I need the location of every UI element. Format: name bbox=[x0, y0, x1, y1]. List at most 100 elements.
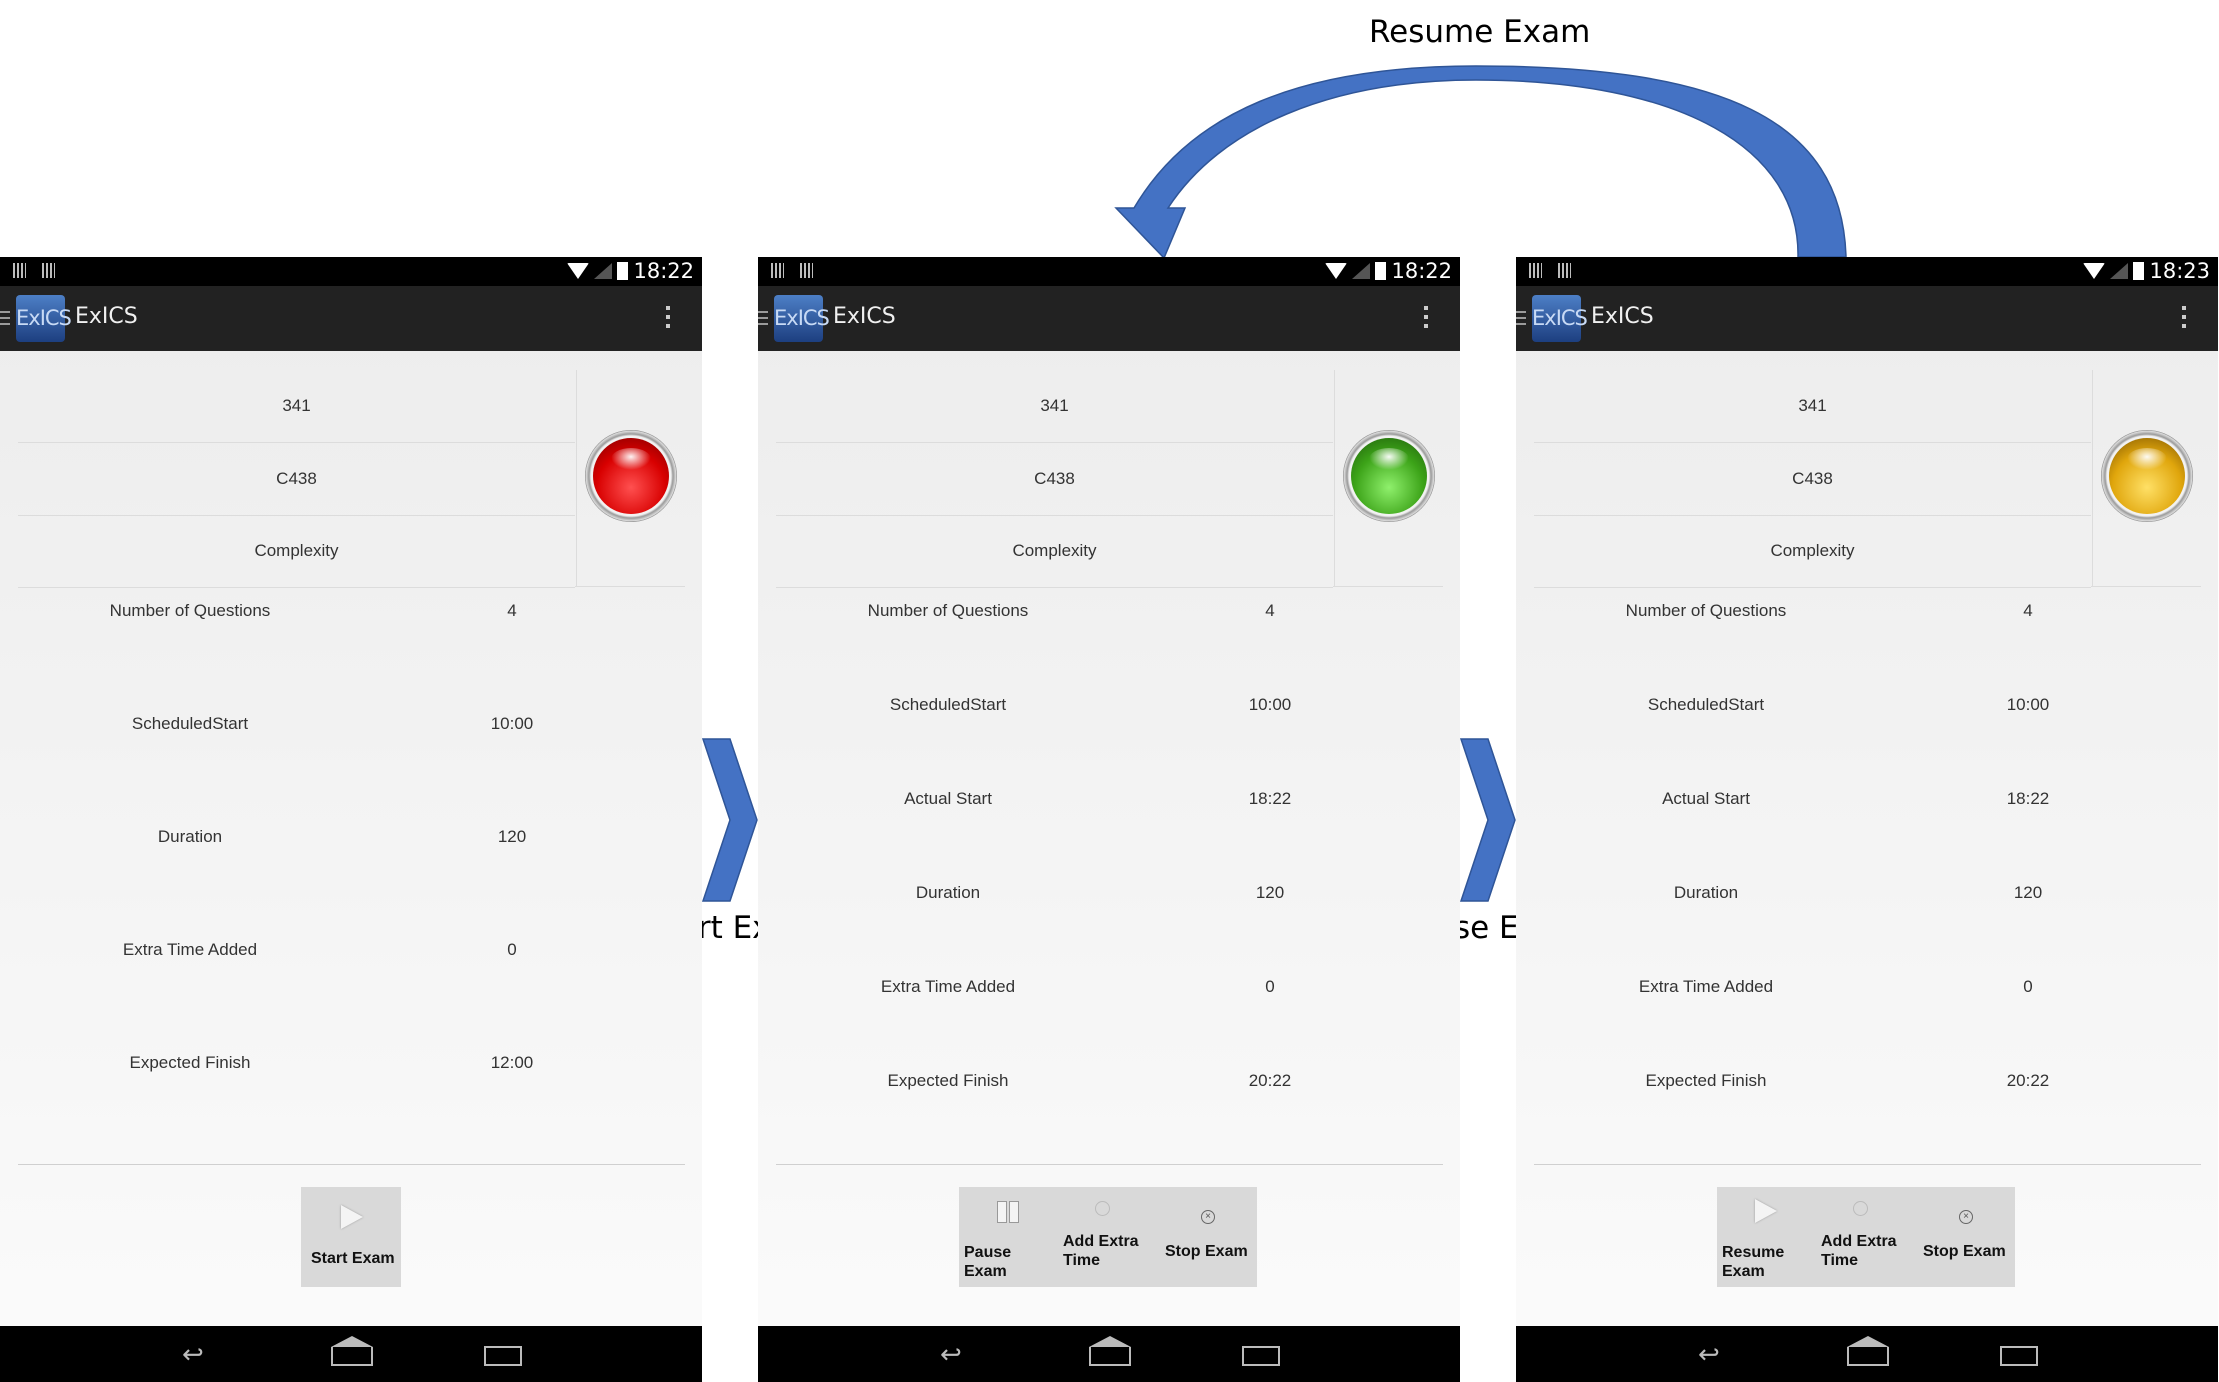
info-label: Extra Time Added bbox=[880, 977, 1016, 996]
info-label: Duration bbox=[915, 883, 981, 902]
button-bar: Pause Exam Add Extra Time × Stop Exam bbox=[959, 1187, 1257, 1287]
notification-icon bbox=[42, 263, 55, 278]
exam-id: 341 bbox=[1534, 370, 2091, 443]
divider bbox=[576, 370, 577, 587]
status-bar: 18:23 bbox=[1516, 257, 2218, 286]
info-label: ScheduledStart bbox=[1647, 695, 1765, 714]
info-label: ScheduledStart bbox=[889, 695, 1007, 714]
status-light-red bbox=[585, 430, 677, 522]
pause-icon bbox=[997, 1201, 1007, 1223]
recent-apps-icon[interactable] bbox=[1242, 1346, 1280, 1366]
overflow-menu-icon[interactable] bbox=[2182, 306, 2186, 330]
status-light-amber bbox=[2101, 430, 2193, 522]
status-bar: 18:22 bbox=[0, 257, 702, 286]
battery-icon bbox=[2133, 262, 2145, 280]
info-label: Duration bbox=[157, 827, 223, 846]
info-value: 18:22 bbox=[2006, 789, 2050, 808]
wifi-icon bbox=[1325, 263, 1348, 279]
add-extra-time-button[interactable]: Add Extra Time bbox=[1815, 1187, 1915, 1287]
exam-room: C438 bbox=[1534, 443, 2091, 516]
info-label: Duration bbox=[1673, 883, 1739, 902]
menu-drawer-icon[interactable] bbox=[758, 311, 768, 326]
exam-complexity: Complexity bbox=[776, 515, 1333, 588]
action-bar: ExICS ExICS bbox=[1516, 286, 2218, 351]
info-label: Number of Questions bbox=[1625, 601, 1787, 620]
pause-icon bbox=[1009, 1201, 1019, 1223]
home-icon[interactable] bbox=[331, 1336, 373, 1366]
info-value: 4 bbox=[507, 601, 517, 620]
exam-complexity: Complexity bbox=[1534, 515, 2091, 588]
info-label: Expected Finish bbox=[887, 1071, 1009, 1090]
info-label: Expected Finish bbox=[1645, 1071, 1767, 1090]
add-extra-time-label-line2: Time bbox=[1063, 1252, 1101, 1269]
pause-exam-label-line2: Exam bbox=[964, 1263, 1007, 1280]
recent-apps-icon[interactable] bbox=[484, 1346, 522, 1366]
info-label: Extra Time Added bbox=[1638, 977, 1774, 996]
divider bbox=[1534, 1164, 2201, 1165]
screen-running: 18:22 ExICS ExICS 341 C438 Complexity Nu… bbox=[758, 257, 1460, 1382]
notification-icon bbox=[800, 263, 813, 278]
app-logo[interactable]: ExICS bbox=[16, 295, 72, 342]
alarm-clock-icon bbox=[1095, 1201, 1110, 1216]
play-icon bbox=[341, 1205, 363, 1229]
resume-exam-caption: Resume Exam bbox=[1369, 14, 1591, 50]
stop-exam-button[interactable]: × Stop Exam bbox=[1917, 1187, 2015, 1287]
notification-icon bbox=[13, 263, 26, 278]
info-value: 12:00 bbox=[490, 1053, 534, 1072]
overflow-menu-icon[interactable] bbox=[666, 306, 670, 330]
status-time: 18:23 bbox=[2149, 259, 2210, 283]
info-label: Actual Start bbox=[904, 789, 992, 808]
button-bar: Resume Exam Add Extra Time × Stop Exam bbox=[1717, 1187, 2015, 1287]
notification-icon bbox=[1529, 263, 1542, 278]
divider bbox=[2091, 586, 2201, 587]
pause-exam-button[interactable]: Pause Exam bbox=[959, 1187, 1055, 1287]
divider bbox=[1333, 586, 1443, 587]
signal-icon bbox=[594, 263, 613, 279]
info-value: 4 bbox=[1265, 601, 1275, 620]
divider bbox=[18, 1164, 685, 1165]
resume-exam-label-line1: Resume bbox=[1722, 1244, 1785, 1261]
signal-icon bbox=[2110, 263, 2129, 279]
action-bar: ExICS ExICS bbox=[0, 286, 702, 351]
info-value: 4 bbox=[2023, 601, 2033, 620]
pause-exam-label-line1: Pause bbox=[964, 1244, 1012, 1261]
status-time: 18:22 bbox=[1391, 259, 1452, 283]
info-label: ScheduledStart bbox=[131, 714, 249, 733]
info-label: Expected Finish bbox=[129, 1053, 251, 1072]
stop-exam-label: Stop Exam bbox=[1165, 1243, 1248, 1260]
home-icon[interactable] bbox=[1847, 1336, 1889, 1366]
exam-room: C438 bbox=[776, 443, 1333, 516]
back-icon[interactable]: ↩ bbox=[940, 1341, 962, 1367]
stop-icon: × bbox=[1201, 1210, 1215, 1224]
add-extra-time-button[interactable]: Add Extra Time bbox=[1057, 1187, 1157, 1287]
app-logo[interactable]: ExICS bbox=[1532, 295, 1588, 342]
resume-exam-label-line2: Exam bbox=[1722, 1263, 1765, 1280]
start-exam-button[interactable]: Start Exam bbox=[301, 1187, 401, 1287]
resume-exam-button[interactable]: Resume Exam bbox=[1717, 1187, 1813, 1287]
info-value: 0 bbox=[2023, 977, 2033, 996]
app-logo[interactable]: ExICS bbox=[774, 295, 830, 342]
menu-drawer-icon[interactable] bbox=[0, 311, 10, 326]
info-value: 0 bbox=[1265, 977, 1275, 996]
alarm-clock-icon bbox=[1853, 1201, 1868, 1216]
info-value: 10:00 bbox=[1248, 695, 1292, 714]
screen-ready: 18:22 ExICS ExICS 341 C438 Complexity Nu… bbox=[0, 257, 702, 1382]
notification-icon bbox=[1558, 263, 1571, 278]
divider bbox=[1334, 370, 1335, 587]
stop-exam-button[interactable]: × Stop Exam bbox=[1159, 1187, 1257, 1287]
overflow-menu-icon[interactable] bbox=[1424, 306, 1428, 330]
info-value: 10:00 bbox=[490, 714, 534, 733]
wifi-icon bbox=[567, 263, 590, 279]
recent-apps-icon[interactable] bbox=[2000, 1346, 2038, 1366]
back-icon[interactable]: ↩ bbox=[182, 1341, 204, 1367]
menu-drawer-icon[interactable] bbox=[1516, 311, 1526, 326]
add-extra-time-label-line1: Add Extra bbox=[1821, 1233, 1897, 1250]
app-title: ExICS bbox=[75, 304, 138, 329]
button-bar: Start Exam bbox=[301, 1187, 401, 1287]
info-label: Number of Questions bbox=[109, 601, 271, 620]
action-bar: ExICS ExICS bbox=[758, 286, 1460, 351]
add-extra-time-label-line2: Time bbox=[1821, 1252, 1859, 1269]
home-icon[interactable] bbox=[1089, 1336, 1131, 1366]
back-icon[interactable]: ↩ bbox=[1698, 1341, 1720, 1367]
resume-curved-arrow bbox=[1114, 65, 1847, 260]
